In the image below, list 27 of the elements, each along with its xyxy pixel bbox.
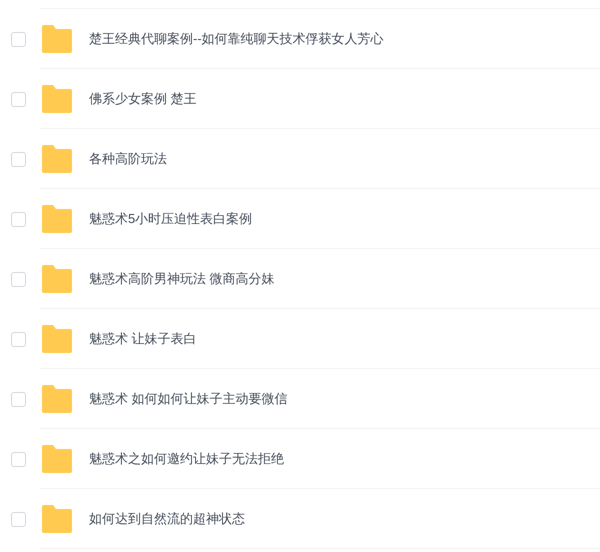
folder-name[interactable]: 魅惑术 让妹子表白 <box>89 329 197 349</box>
folder-name[interactable]: 魅惑术 如何如何让妹子主动要微信 <box>89 389 288 409</box>
folder-icon <box>42 205 72 233</box>
checkbox[interactable] <box>11 92 26 106</box>
folder-icon <box>42 25 72 53</box>
checkbox[interactable] <box>11 452 26 466</box>
checkbox[interactable] <box>11 212 26 226</box>
folder-icon <box>42 505 72 533</box>
folder-icon <box>42 385 72 413</box>
folder-name[interactable]: 魅惑术之如何邀约让妹子无法拒绝 <box>89 449 284 469</box>
folder-icon <box>42 85 72 113</box>
folder-name[interactable]: 楚王经典代聊案例--如何靠纯聊天技术俘获女人芳心 <box>89 29 384 49</box>
checkbox[interactable] <box>11 392 26 406</box>
checkbox[interactable] <box>11 272 26 286</box>
folder-name[interactable]: 如何达到自然流的超神状态 <box>89 509 245 529</box>
folder-name[interactable]: 各种高阶玩法 <box>89 149 167 169</box>
folder-icon <box>42 445 72 473</box>
folder-name[interactable]: 佛系少女案例 楚王 <box>89 89 197 109</box>
folder-name[interactable]: 魅惑术5小时压迫性表白案例 <box>89 209 252 229</box>
checkbox[interactable] <box>11 32 26 46</box>
folder-icon <box>42 145 72 173</box>
checkbox[interactable] <box>11 512 26 526</box>
checkbox[interactable] <box>11 332 26 346</box>
folder-name[interactable]: 魅惑术高阶男神玩法 微商高分妹 <box>89 269 275 289</box>
folder-icon <box>42 325 72 353</box>
checkbox[interactable] <box>11 152 26 166</box>
folder-icon <box>42 265 72 293</box>
